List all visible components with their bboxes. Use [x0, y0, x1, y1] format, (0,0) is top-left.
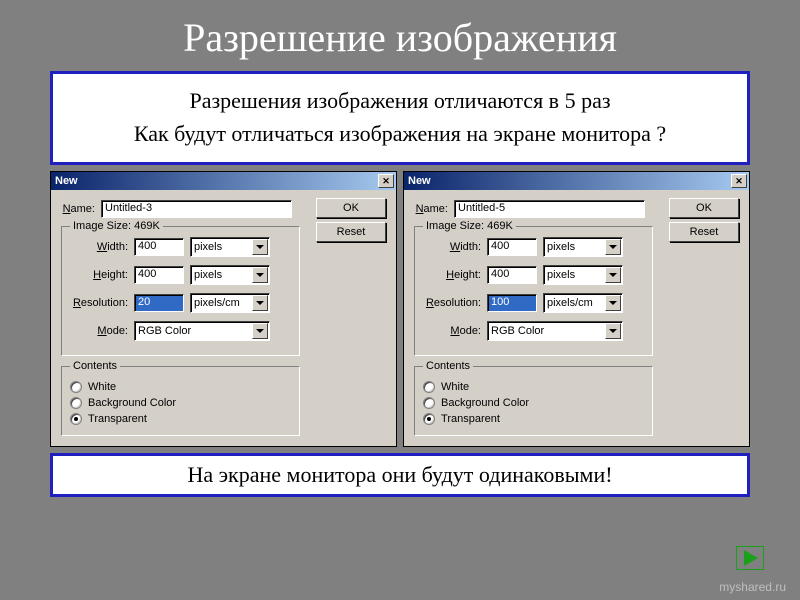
- width-unit-select[interactable]: pixels: [190, 237, 270, 257]
- height-label: Height:: [70, 269, 134, 281]
- name-field[interactable]: Untitled-5: [454, 200, 645, 218]
- radio-icon[interactable]: [423, 381, 435, 393]
- mode-value: RGB Color: [138, 325, 191, 337]
- resolution-unit-select[interactable]: pixels/cm: [543, 293, 623, 313]
- chevron-down-icon[interactable]: [252, 295, 268, 311]
- resolution-label: Resolution:: [423, 297, 487, 309]
- chevron-down-icon[interactable]: [252, 267, 268, 283]
- mode-select[interactable]: RGB Color: [134, 321, 270, 341]
- radio-label: White: [441, 381, 469, 393]
- resolution-field[interactable]: 100: [487, 294, 537, 312]
- width-unit-value: pixels: [547, 241, 575, 253]
- radio-icon[interactable]: [423, 413, 435, 425]
- ok-button[interactable]: OK: [316, 198, 386, 218]
- resolution-label: Resolution:: [70, 297, 134, 309]
- radio-transparent[interactable]: Transparent: [70, 413, 291, 425]
- contents-legend: Contents: [70, 360, 120, 372]
- dialog-row: New ✕ OK Reset Name: Untitled-3 Image Si…: [50, 171, 750, 447]
- radio-transparent[interactable]: Transparent: [423, 413, 644, 425]
- question-line-1: Разрешения изображения отличаются в 5 ра…: [63, 84, 737, 117]
- height-unit-select[interactable]: pixels: [543, 265, 623, 285]
- contents-group: Contents White Background Color Transpar…: [61, 366, 300, 436]
- ok-button[interactable]: OK: [669, 198, 739, 218]
- resolution-unit-value: pixels/cm: [194, 297, 240, 309]
- width-unit-select[interactable]: pixels: [543, 237, 623, 257]
- dialog-title: New: [408, 175, 431, 187]
- height-field[interactable]: 400: [134, 266, 184, 284]
- radio-label: White: [88, 381, 116, 393]
- height-field[interactable]: 400: [487, 266, 537, 284]
- name-label: Name:: [414, 203, 454, 215]
- resolution-field[interactable]: 20: [134, 294, 184, 312]
- width-field[interactable]: 400: [487, 238, 537, 256]
- radio-white[interactable]: White: [70, 381, 291, 393]
- width-field[interactable]: 400: [134, 238, 184, 256]
- resolution-unit-select[interactable]: pixels/cm: [190, 293, 270, 313]
- question-box: Разрешения изображения отличаются в 5 ра…: [50, 71, 750, 165]
- chevron-down-icon[interactable]: [605, 323, 621, 339]
- image-size-group: Image Size: 469K Width: 400 pixels Heigh…: [414, 226, 653, 356]
- question-line-2: Как будут отличаться изображения на экра…: [63, 117, 737, 150]
- height-unit-select[interactable]: pixels: [190, 265, 270, 285]
- new-dialog-left: New ✕ OK Reset Name: Untitled-3 Image Si…: [50, 171, 397, 447]
- mode-value: RGB Color: [491, 325, 544, 337]
- contents-group: Contents White Background Color Transpar…: [414, 366, 653, 436]
- radio-background[interactable]: Background Color: [70, 397, 291, 409]
- close-icon[interactable]: ✕: [731, 174, 747, 188]
- radio-background[interactable]: Background Color: [423, 397, 644, 409]
- radio-label: Transparent: [441, 413, 500, 425]
- chevron-down-icon[interactable]: [605, 239, 621, 255]
- close-icon[interactable]: ✕: [378, 174, 394, 188]
- watermark: myshared.ru: [719, 580, 786, 594]
- dialog-title: New: [55, 175, 78, 187]
- height-label: Height:: [423, 269, 487, 281]
- radio-label: Background Color: [88, 397, 176, 409]
- reset-button[interactable]: Reset: [316, 222, 386, 242]
- mode-label: Mode:: [70, 325, 134, 337]
- reset-button[interactable]: Reset: [669, 222, 739, 242]
- radio-label: Background Color: [441, 397, 529, 409]
- width-label: Width:: [70, 241, 134, 253]
- contents-legend: Contents: [423, 360, 473, 372]
- image-size-legend: Image Size: 469K: [423, 220, 516, 232]
- name-field[interactable]: Untitled-3: [101, 200, 292, 218]
- radio-icon[interactable]: [70, 413, 82, 425]
- height-unit-value: pixels: [194, 269, 222, 281]
- radio-icon[interactable]: [70, 381, 82, 393]
- radio-icon[interactable]: [423, 397, 435, 409]
- height-unit-value: pixels: [547, 269, 575, 281]
- image-size-group: Image Size: 469K Width: 400 pixels Heigh…: [61, 226, 300, 356]
- next-arrow-icon[interactable]: [736, 546, 764, 570]
- radio-white[interactable]: White: [423, 381, 644, 393]
- chevron-down-icon[interactable]: [605, 295, 621, 311]
- width-label: Width:: [423, 241, 487, 253]
- mode-select[interactable]: RGB Color: [487, 321, 623, 341]
- new-dialog-right: New ✕ OK Reset Name: Untitled-5 Image Si…: [403, 171, 750, 447]
- answer-box: На экране монитора они будут одинаковыми…: [50, 453, 750, 497]
- width-unit-value: pixels: [194, 241, 222, 253]
- titlebar[interactable]: New ✕: [51, 172, 396, 190]
- titlebar[interactable]: New ✕: [404, 172, 749, 190]
- chevron-down-icon[interactable]: [605, 267, 621, 283]
- slide-title: Разрешение изображения: [0, 0, 800, 71]
- radio-label: Transparent: [88, 413, 147, 425]
- chevron-down-icon[interactable]: [252, 323, 268, 339]
- resolution-unit-value: pixels/cm: [547, 297, 593, 309]
- radio-icon[interactable]: [70, 397, 82, 409]
- image-size-legend: Image Size: 469K: [70, 220, 163, 232]
- mode-label: Mode:: [423, 325, 487, 337]
- name-label: Name:: [61, 203, 101, 215]
- chevron-down-icon[interactable]: [252, 239, 268, 255]
